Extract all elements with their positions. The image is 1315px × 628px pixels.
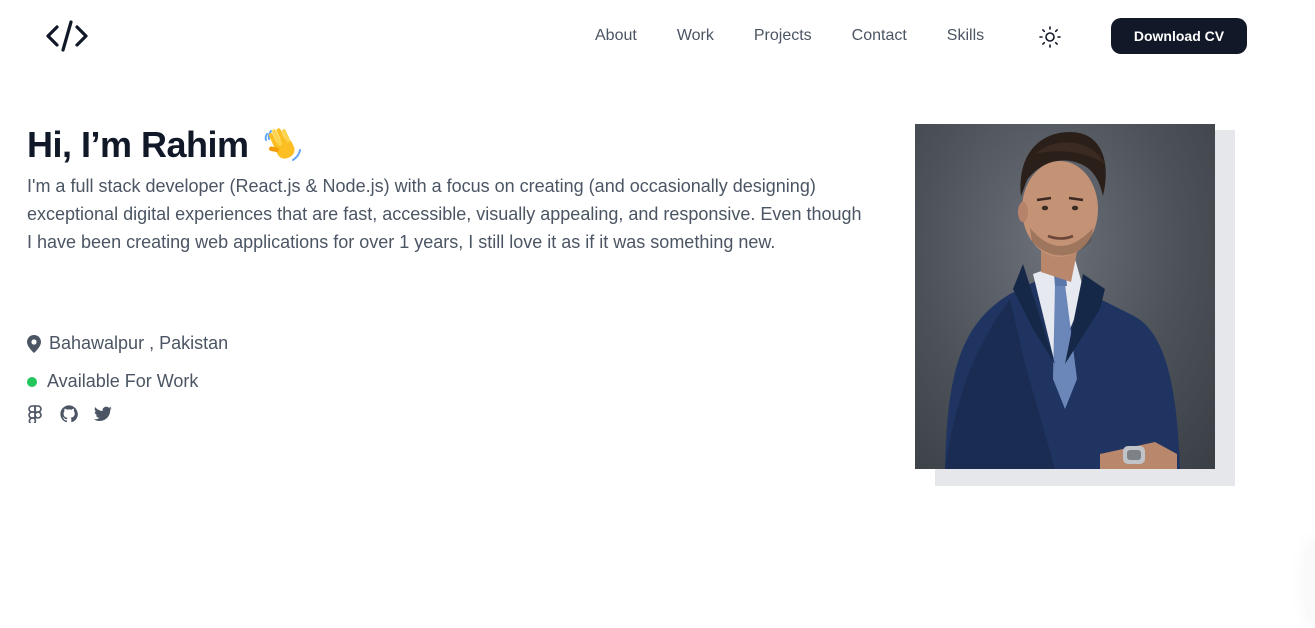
code-brackets-icon[interactable] xyxy=(45,19,89,53)
location-info: Bahawalpur , Pakistan xyxy=(27,333,228,354)
profile-photo-frame xyxy=(915,124,1235,486)
profile-photo xyxy=(915,124,1215,469)
status-text: Available For Work xyxy=(47,371,199,391)
social-links xyxy=(25,404,127,424)
floating-widget[interactable] xyxy=(1305,538,1315,628)
map-pin-icon xyxy=(27,334,41,353)
hero-intro: Hi, I’m Rahim I'm a full stack developer… xyxy=(27,124,867,256)
hero-title: Hi, I’m Rahim xyxy=(27,124,867,166)
figma-icon[interactable] xyxy=(25,404,45,424)
status-dot xyxy=(27,376,37,387)
nav-link-about[interactable]: About xyxy=(575,24,657,48)
waving-hand-icon xyxy=(264,128,301,161)
download-cv-button[interactable]: Download CV xyxy=(1111,18,1247,54)
nav-link-projects[interactable]: Projects xyxy=(734,24,832,48)
nav-link-skills[interactable]: Skills xyxy=(927,24,1004,48)
github-icon[interactable] xyxy=(59,404,79,424)
nav-link-contact[interactable]: Contact xyxy=(832,24,927,48)
navbar: About Work Projects Contact Skills Downl… xyxy=(0,0,1315,72)
hero-bio: I'm a full stack developer (React.js & N… xyxy=(27,176,862,252)
twitter-icon[interactable] xyxy=(93,404,113,424)
nav-link-work[interactable]: Work xyxy=(657,24,734,48)
sun-icon xyxy=(1039,26,1061,48)
location-text: Bahawalpur , Pakistan xyxy=(49,333,229,353)
hero-title-text: Hi, I’m Rahim xyxy=(27,124,249,165)
nav-links: About Work Projects Contact Skills xyxy=(575,24,1004,48)
availability-status: Available For Work xyxy=(27,371,198,392)
theme-toggle-button[interactable] xyxy=(1037,24,1063,50)
